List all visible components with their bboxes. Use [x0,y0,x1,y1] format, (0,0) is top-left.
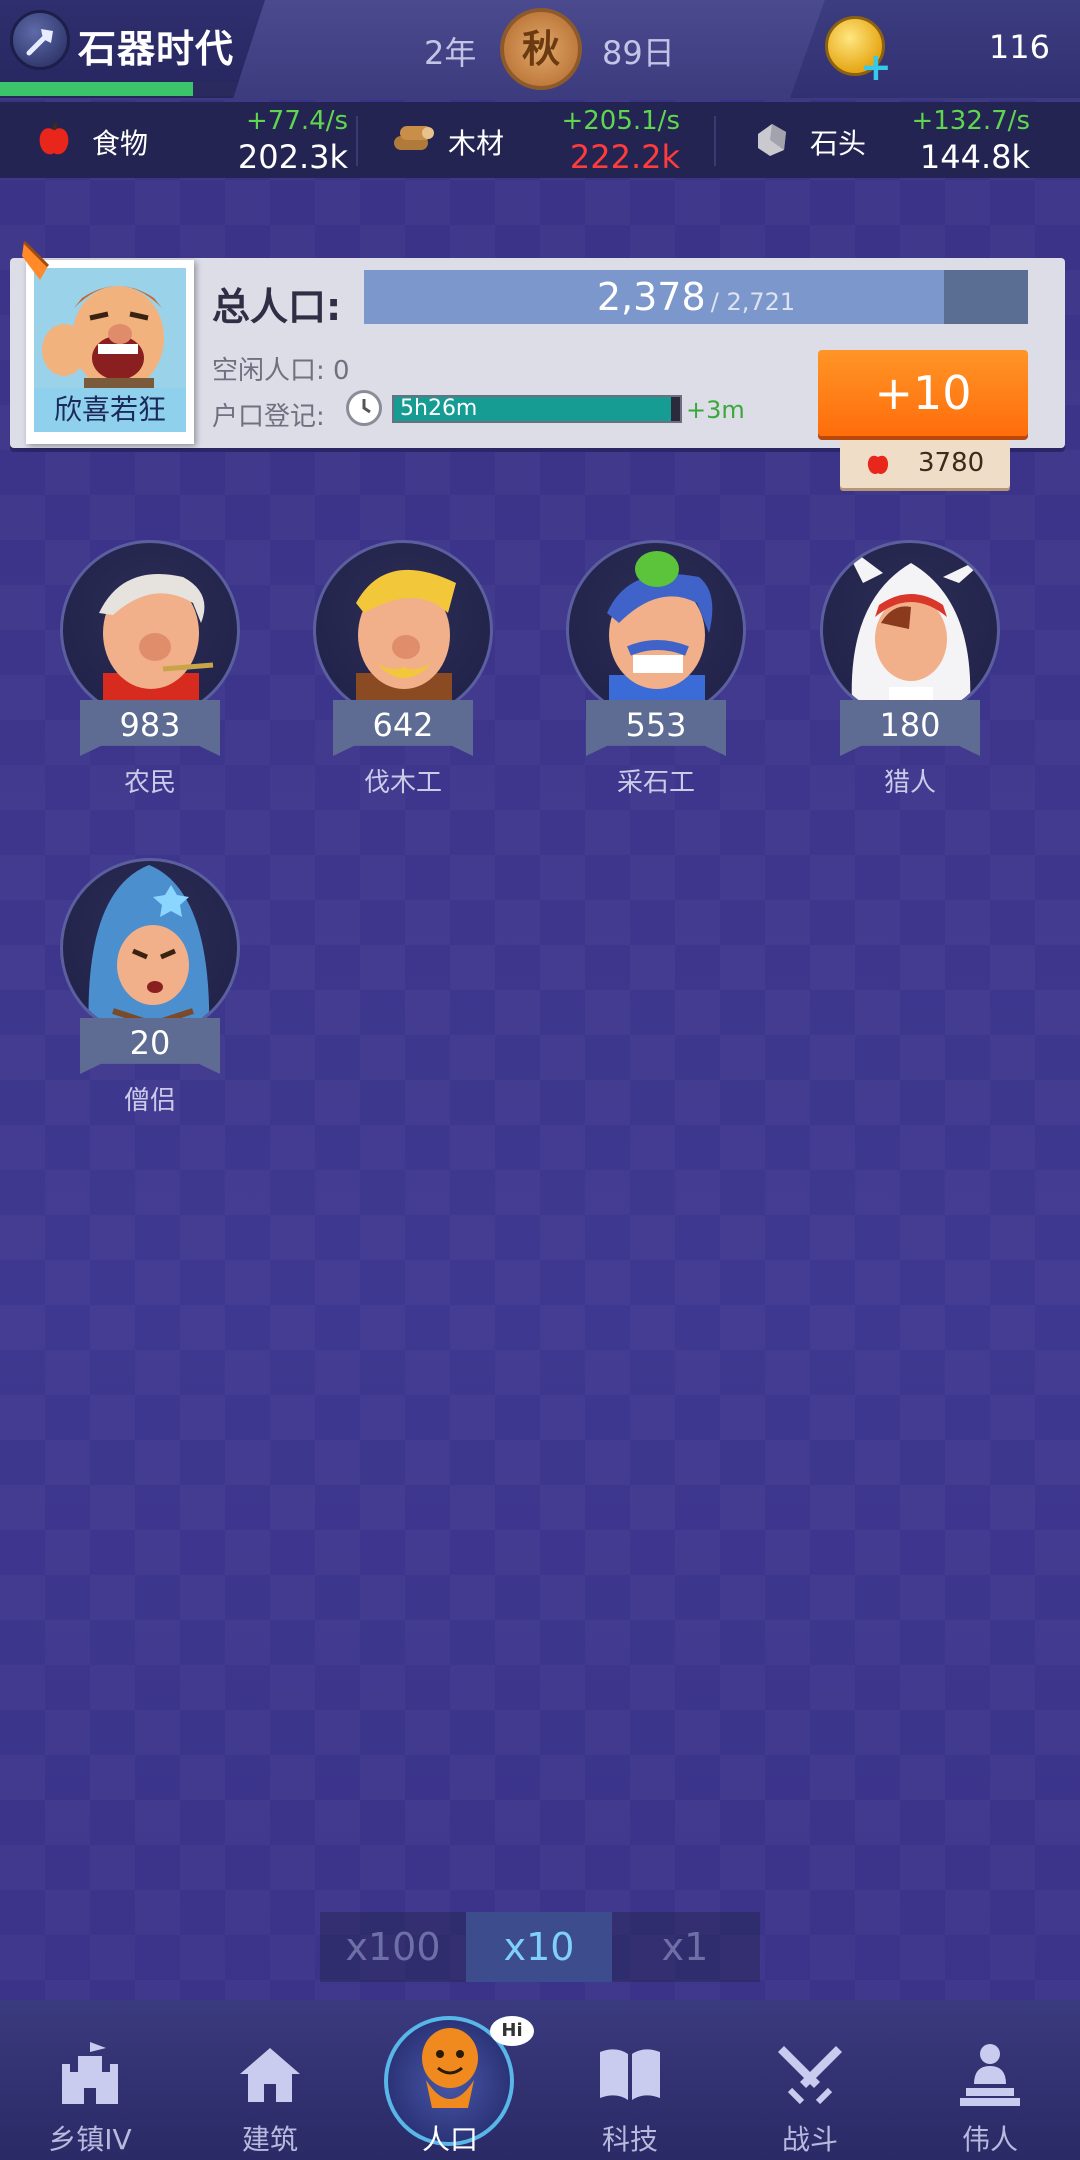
worker-hunter[interactable]: 180 猎人 [810,530,1010,830]
divider [714,116,716,166]
coin-count: 116 [988,28,1050,66]
worker-count: 983 [119,706,181,744]
population-bar-text: 2,378 / 2,721 [364,270,1028,324]
resource-wood[interactable]: 木材 +205.1/s 222.2k [390,102,690,178]
stonemason-avatar [566,540,746,720]
statue-icon [960,2044,1020,2106]
apple-icon [39,122,69,155]
book-icon [600,2049,660,2100]
hunter-avatar [820,540,1000,720]
resource-name: 木材 [448,127,505,160]
nav-town[interactable]: 乡镇IV [0,2000,180,2160]
resource-bar: 食物 +77.4/s 202.3k 木材 +205.1/s 222.2k 石头 … [0,102,1080,178]
multiplier-selector: x100 x10 x1 [320,1912,760,1982]
worker-lumberjack[interactable]: 642 伐木工 [303,530,503,830]
nav-tech[interactable]: 科技 [540,2000,720,2160]
registration-progress-bar: 5h26m [392,395,682,423]
registration-label: 户口登记: [212,402,325,432]
resource-rate: +77.4/s [246,106,348,136]
cost-amount: 3780 [918,448,985,478]
cost-badge: 3780 [840,440,1010,488]
day-label: 89日 [602,34,675,72]
population-current: 2,378 [596,275,706,319]
nav-label: 乡镇IV [48,2123,132,2156]
top-bar: 石器时代 2年 秋 89日 + 116 [0,0,1080,100]
resource-stone[interactable]: 石头 +132.7/s 144.8k [752,102,1052,178]
resource-rate: +205.1/s [561,106,680,136]
resource-name: 石头 [810,127,867,160]
nav-label: 科技 [601,2123,658,2156]
population-bar: 2,378 / 2,721 [364,270,1028,324]
stone-axe-icon [10,10,70,70]
multiplier-x10[interactable]: x10 [466,1912,612,1982]
nav-great-people[interactable]: 伟人 [900,2000,1080,2160]
worker-name: 采石工 [616,768,695,798]
add-coin-icon[interactable]: + [860,48,892,86]
nav-label: 人口 [421,2123,478,2156]
worker-count: 20 [129,1024,171,1062]
population-icon [422,2028,478,2108]
season-badge: 秋 [500,8,582,90]
era-progress-fill [0,82,194,96]
nav-battle[interactable]: 战斗 [720,2000,900,2160]
worker-stonemason[interactable]: 553 采石工 [556,530,756,830]
wood-icon [394,126,434,150]
worker-name: 僧侣 [123,1086,176,1116]
nav-label: 战斗 [781,2123,838,2156]
swords-icon [778,2046,842,2105]
nav-label: 建筑 [241,2123,298,2156]
registration-bonus: +3m [686,396,745,424]
add-population-button[interactable]: +10 [818,350,1028,436]
registration-time: 5h26m [400,396,478,421]
resource-food[interactable]: 食物 +77.4/s 202.3k [34,102,348,178]
multiplier-x100[interactable]: x100 [320,1912,466,1982]
era-title: 石器时代 [78,27,235,71]
resource-amount: 222.2k [569,138,680,176]
era-panel[interactable]: 石器时代 [0,0,265,98]
worker-count: 180 [879,706,941,744]
population-max: / 2,721 [710,288,796,316]
castle-icon [62,2042,118,2104]
idle-population: 空闲人口: 0 [212,356,350,386]
worker-monk[interactable]: 20 僧侣 [50,848,250,1148]
resource-name: 食物 [92,127,149,160]
multiplier-x1[interactable]: x1 [612,1912,758,1982]
house-icon [240,2048,300,2102]
mood-portrait[interactable]: 欣喜若狂 [26,260,194,444]
year-label: 2年 [424,34,477,72]
leaf-tag-icon [22,240,50,280]
worker-count: 553 [625,706,687,744]
clock-icon [346,390,382,426]
resource-amount: 144.8k [919,138,1030,176]
farmer-avatar [60,540,240,720]
total-population-title: 总人口: [212,285,342,329]
monk-avatar [60,858,240,1038]
apple-icon [867,455,889,474]
stone-icon [758,124,786,156]
resource-rate: +132.7/s [911,106,1030,136]
worker-name: 猎人 [883,768,936,798]
hi-badge: Hi [490,2016,534,2046]
worker-count: 642 [372,706,434,744]
lumberjack-avatar [313,540,493,720]
mood-label: 欣喜若狂 [34,388,186,432]
divider [356,116,358,166]
nav-buildings[interactable]: 建筑 [180,2000,360,2160]
nav-label: 伟人 [961,2123,1018,2156]
worker-name: 伐木工 [363,768,442,798]
era-progress-bar [0,82,265,96]
resource-amount: 202.3k [237,138,348,176]
worker-name: 农民 [123,768,176,798]
worker-farmer[interactable]: 983 农民 [50,530,250,830]
